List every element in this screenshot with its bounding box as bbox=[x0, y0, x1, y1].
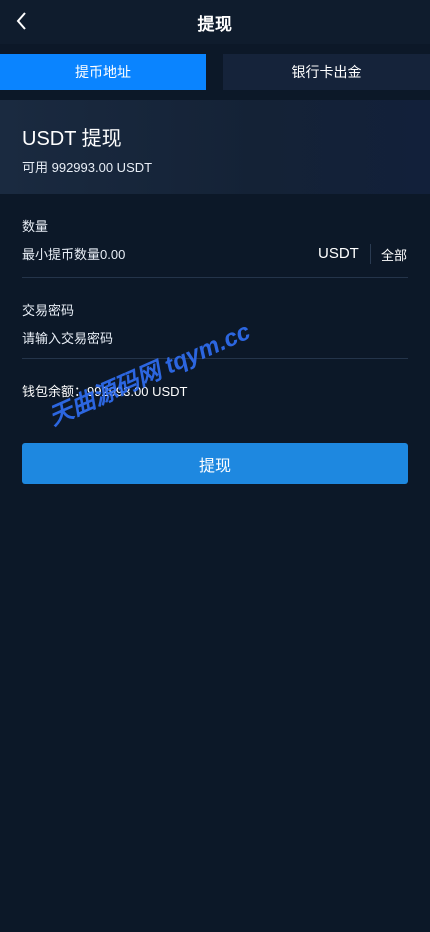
asset-title: USDT 提现 bbox=[22, 128, 122, 150]
page-title: 提现 bbox=[197, 14, 233, 34]
amount-input[interactable] bbox=[22, 242, 282, 266]
amount-underline bbox=[22, 277, 408, 278]
tab-withdraw-address[interactable]: 提币地址 bbox=[0, 54, 206, 90]
withdraw-submit-button[interactable]: 提现 bbox=[22, 443, 408, 484]
available-balance: 可用 992993.00 USDT bbox=[22, 160, 153, 175]
chevron-left-icon bbox=[16, 12, 26, 30]
tab-bar: 提币地址 银行卡出金 bbox=[0, 54, 430, 90]
amount-unit: USDT bbox=[318, 245, 359, 262]
withdraw-page: 提现 提币地址 银行卡出金 USDT 提现 可用 992993.00 USDT … bbox=[0, 0, 430, 932]
tab-bank-card-withdrawal[interactable]: 银行卡出金 bbox=[223, 54, 430, 90]
header-bar: 提现 bbox=[0, 0, 430, 44]
divider bbox=[370, 244, 371, 264]
password-label: 交易密码 bbox=[22, 303, 75, 318]
amount-label: 数量 bbox=[22, 219, 49, 234]
all-amount-button[interactable]: 全部 bbox=[381, 245, 407, 264]
back-button[interactable] bbox=[8, 6, 36, 36]
